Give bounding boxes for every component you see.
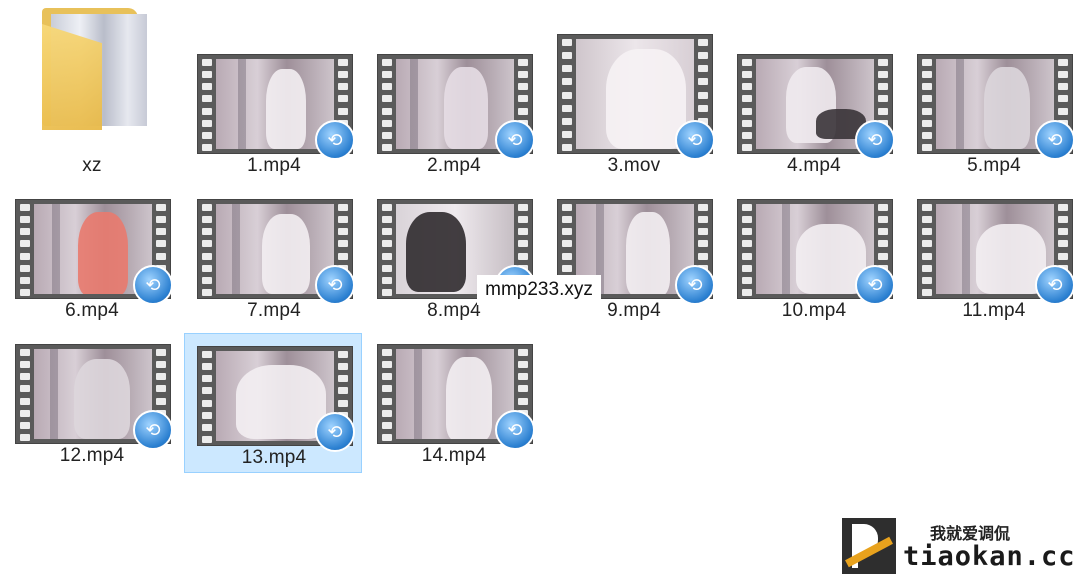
file-item[interactable]: ⟲ 8.mp4: [365, 187, 543, 327]
media-player-icon: ⟲: [133, 410, 173, 450]
file-item[interactable]: ⟲ 9.mp4: [545, 187, 723, 327]
file-name: 6.mp4: [65, 300, 119, 321]
video-thumbnail-icon: ⟲: [197, 346, 355, 452]
file-item[interactable]: ⟲ 11.mp4: [905, 187, 1080, 327]
video-thumbnail-icon: ⟲: [377, 54, 535, 160]
watermark-logo-icon: [842, 518, 896, 574]
video-thumbnail-icon: ⟲: [737, 54, 895, 160]
video-thumbnail-icon: ⟲: [377, 344, 535, 450]
watermark-site-text: tiaokan.cc: [903, 541, 1076, 572]
video-thumbnail-icon: ⟲: [197, 54, 355, 160]
video-thumbnail-icon: ⟲: [737, 199, 895, 305]
file-item[interactable]: ⟲ 1.mp4: [185, 42, 363, 182]
media-player-icon: ⟲: [495, 410, 535, 450]
file-name: 10.mp4: [781, 300, 847, 321]
media-player-icon: ⟲: [495, 120, 535, 160]
file-name: 14.mp4: [421, 445, 487, 466]
file-name: 3.mov: [607, 155, 661, 176]
file-item[interactable]: ⟲ 4.mp4: [725, 42, 903, 182]
media-player-icon: ⟲: [855, 265, 895, 305]
media-player-icon: ⟲: [133, 265, 173, 305]
file-item[interactable]: ⟲ 10.mp4: [725, 187, 903, 327]
video-thumbnail-icon: ⟲: [917, 199, 1075, 305]
file-item[interactable]: ⟲ 13.mp4: [184, 333, 362, 473]
media-player-icon: ⟲: [675, 120, 715, 160]
folder-item[interactable]: xz: [3, 8, 181, 182]
file-item[interactable]: ⟲ 3.mov: [545, 34, 723, 182]
media-player-icon: ⟲: [1035, 120, 1075, 160]
file-item[interactable]: ⟲ 7.mp4: [185, 187, 363, 327]
file-item[interactable]: ⟲ 6.mp4: [3, 187, 181, 327]
video-thumbnail-icon: ⟲: [197, 199, 355, 305]
media-player-icon: ⟲: [1035, 265, 1075, 305]
folder-icon: [15, 8, 171, 152]
media-player-icon: ⟲: [315, 265, 355, 305]
media-player-icon: ⟲: [315, 120, 355, 160]
file-name: 5.mp4: [967, 155, 1021, 176]
file-name: 2.mp4: [427, 155, 481, 176]
video-thumbnail-icon: ⟲: [15, 199, 173, 305]
file-item[interactable]: ⟲ 2.mp4: [365, 42, 543, 182]
media-player-icon: ⟲: [315, 412, 355, 452]
file-item[interactable]: ⟲ 12.mp4: [3, 332, 181, 472]
file-item[interactable]: ⟲ 14.mp4: [365, 332, 543, 472]
file-item[interactable]: ⟲ 5.mp4: [905, 42, 1080, 182]
video-thumbnail-icon: ⟲: [15, 344, 173, 450]
media-player-icon: ⟲: [675, 265, 715, 305]
file-name: 13.mp4: [241, 447, 307, 468]
file-name: 12.mp4: [59, 445, 125, 466]
file-name: 1.mp4: [247, 155, 301, 176]
file-name: 11.mp4: [962, 300, 1026, 321]
media-player-icon: ⟲: [855, 120, 895, 160]
overlay-watermark-text: mmp233.xyz: [477, 275, 601, 305]
video-thumbnail-icon: ⟲: [557, 34, 715, 160]
file-name: xz: [82, 155, 102, 176]
file-name: 4.mp4: [787, 155, 841, 176]
video-thumbnail-icon: ⟲: [917, 54, 1075, 160]
file-name: 7.mp4: [247, 300, 301, 321]
